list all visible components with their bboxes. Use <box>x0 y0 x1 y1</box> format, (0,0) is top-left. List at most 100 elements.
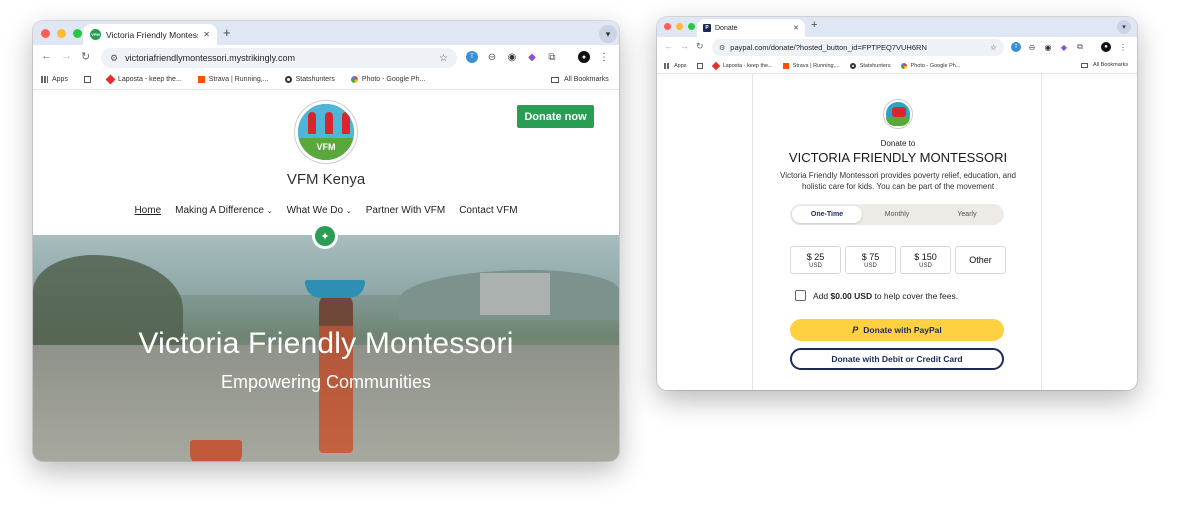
extensions-puzzle-icon[interactable]: ⧉ <box>546 51 558 63</box>
extension-icon[interactable]: ◆ <box>526 51 538 63</box>
bookmark-item[interactable]: Statshunters <box>284 76 335 83</box>
reload-icon[interactable]: ↻ <box>81 50 90 63</box>
bookmark-item[interactable]: Strava | Running,... <box>782 62 840 69</box>
amount-value: $ 25 <box>806 251 825 262</box>
toolbar: ← → ↻ ⚙ paypal.com/donate/?hosted_button… <box>657 37 1137 58</box>
tab-vfm[interactable]: VFM Victoria Friendly Montessori ✕ <box>83 24 217 45</box>
amount-option-75[interactable]: $ 75 USD <box>845 246 896 274</box>
bookmark-tabgroups[interactable] <box>83 76 91 83</box>
bookmark-item[interactable]: Laposta - keep the... <box>105 74 182 85</box>
tab-search-icon[interactable]: ▾ <box>599 25 617 43</box>
tab-title: Donate <box>715 24 738 32</box>
site-info-icon[interactable]: ⚙ <box>719 44 725 52</box>
logo-children-icon <box>308 112 350 134</box>
frequency-one-time[interactable]: One-Time <box>792 206 862 223</box>
extension-icon[interactable]: ◉ <box>506 51 518 63</box>
amount-option-150[interactable]: $ 150 USD <box>900 246 951 274</box>
bookmark-item[interactable]: Photo - Google Ph... <box>900 62 960 69</box>
forward-icon[interactable]: → <box>680 41 689 51</box>
tab-close-icon[interactable]: ✕ <box>793 24 799 32</box>
close-window-button[interactable] <box>664 23 671 30</box>
grid-icon <box>83 76 91 83</box>
amount-value: $ 75 <box>861 251 880 262</box>
bookmark-apps[interactable]: Apps <box>664 62 687 69</box>
bookmark-apps[interactable]: Apps <box>41 76 68 83</box>
all-bookmarks[interactable]: All Bookmarks <box>551 76 609 83</box>
bookmarks-bar: Apps Laposta - keep the... Strava | Runn… <box>657 58 1137 74</box>
donate-now-button[interactable]: Donate now <box>517 105 594 128</box>
paypal-page: Donate to VICTORIA FRIENDLY MONTESSORI V… <box>657 74 1137 390</box>
nav-what-we-do[interactable]: What We Do ⌄ <box>287 205 352 216</box>
extensions-puzzle-icon[interactable]: ⧉ <box>1075 42 1085 52</box>
window-controls <box>41 29 82 38</box>
chevron-down-icon: ⌄ <box>345 208 352 215</box>
bookmark-star-icon[interactable]: ☆ <box>439 53 448 64</box>
tab-strip: VFM Victoria Friendly Montessori ✕ + ▾ <box>33 21 619 45</box>
org-description: Victoria Friendly Montessori provides po… <box>780 171 1016 191</box>
grid-icon <box>696 62 703 69</box>
amount-option-other[interactable]: Other <box>955 246 1006 274</box>
bookmark-tabgroups[interactable] <box>696 62 703 69</box>
new-tab-icon[interactable]: + <box>811 19 817 31</box>
bookmark-star-icon[interactable]: ☆ <box>990 43 997 52</box>
address-bar[interactable]: ⚙ victoriafriendlymontessori.mystrikingl… <box>101 48 457 68</box>
child-figure-icon <box>342 112 350 134</box>
minimize-window-button[interactable] <box>676 23 683 30</box>
extension-icon[interactable]: ◉ <box>1043 42 1053 52</box>
paypal-button-label: Donate with PayPal <box>863 325 942 335</box>
more-menu-icon[interactable]: ⋮ <box>1118 42 1128 52</box>
reload-icon[interactable]: ↻ <box>696 41 704 52</box>
all-bookmarks[interactable]: All Bookmarks <box>1081 62 1128 68</box>
close-window-button[interactable] <box>41 29 50 38</box>
extension-icon[interactable]: ◆ <box>1059 42 1069 52</box>
bookmark-item[interactable]: Photo - Google Ph... <box>350 76 425 83</box>
zoom-window-button[interactable] <box>688 23 695 30</box>
minimize-window-button[interactable] <box>57 29 66 38</box>
new-tab-icon[interactable]: + <box>223 25 231 40</box>
browser-window-paypal: P Donate ✕ + ▾ ← → ↻ ⚙ paypal.com/donate… <box>657 17 1137 390</box>
back-icon[interactable]: ← <box>664 41 673 51</box>
toolbar: ← → ↻ ⚙ victoriafriendlymontessori.mystr… <box>33 45 619 70</box>
statshunters-icon <box>849 62 856 69</box>
tab-strip: P Donate ✕ + ▾ <box>657 17 1137 37</box>
zoom-window-button[interactable] <box>73 29 82 38</box>
profile-avatar[interactable]: ● <box>1101 42 1111 52</box>
back-icon[interactable]: ← <box>41 50 52 62</box>
amount-currency: USD <box>809 262 822 269</box>
cover-fees-label: Add $0.00 USD to help cover the fees. <box>813 290 959 301</box>
apps-grid-icon <box>41 76 48 83</box>
frequency-yearly[interactable]: Yearly <box>932 206 1002 223</box>
amount-currency: USD <box>919 262 932 269</box>
bookmark-item[interactable]: Laposta - keep the... <box>711 61 773 70</box>
tab-donate[interactable]: P Donate ✕ <box>697 19 805 37</box>
tab-search-icon[interactable]: ▾ <box>1117 20 1131 34</box>
profile-avatar[interactable]: ● <box>578 51 590 63</box>
zoom-icon[interactable]: ⊖ <box>486 51 498 63</box>
bookmark-item[interactable]: Strava | Running,... <box>197 76 269 83</box>
forward-icon[interactable]: → <box>61 50 72 62</box>
tab-close-icon[interactable]: ✕ <box>203 30 210 39</box>
address-bar[interactable]: ⚙ paypal.com/donate/?hosted_button_id=FP… <box>712 39 1004 56</box>
bookmark-item[interactable]: Statshunters <box>849 62 891 69</box>
nav-making-a-difference[interactable]: Making A Difference ⌄ <box>175 205 272 216</box>
nav-home[interactable]: Home <box>134 205 161 216</box>
nav-partner[interactable]: Partner With VFM <box>366 205 445 216</box>
extension-icon[interactable]: T <box>466 51 478 63</box>
nav-contact[interactable]: Contact VFM <box>459 205 517 216</box>
site-info-icon[interactable]: ⚙ <box>110 53 118 64</box>
zoom-icon[interactable]: ⊖ <box>1027 42 1037 52</box>
amount-option-25[interactable]: $ 25 USD <box>790 246 841 274</box>
extension-icon[interactable]: T <box>1011 42 1021 52</box>
hero-banner: Victoria Friendly Montessori Empowering … <box>33 235 619 461</box>
donate-with-paypal-button[interactable]: P Donate with PayPal <box>790 319 1004 341</box>
child-figure-icon <box>308 112 316 134</box>
cover-fees-checkbox[interactable] <box>795 290 806 301</box>
laposta-icon <box>105 74 116 85</box>
logo-text: VFM <box>316 142 336 152</box>
more-menu-icon[interactable]: ⋮ <box>598 51 610 63</box>
frequency-monthly[interactable]: Monthly <box>862 206 932 223</box>
vfm-logo[interactable]: VFM <box>295 101 357 163</box>
donate-with-card-button[interactable]: Donate with Debit or Credit Card <box>790 348 1004 370</box>
google-photos-icon <box>350 76 358 83</box>
hero-title: Victoria Friendly Montessori <box>138 327 514 360</box>
